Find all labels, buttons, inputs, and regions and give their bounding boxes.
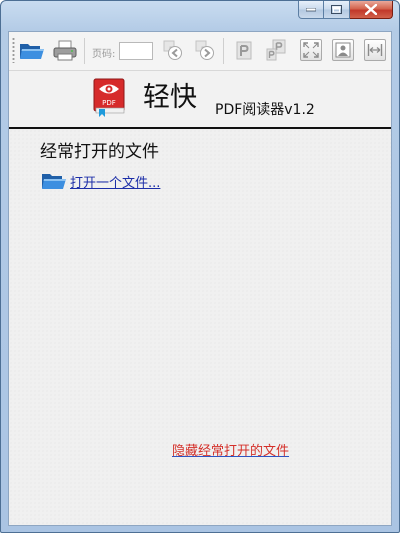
fit-width-button[interactable] — [364, 39, 386, 61]
title-bar[interactable] — [1, 1, 399, 25]
pdf-book-logo-icon: PDF — [93, 78, 125, 117]
app-content: 页码: PDF 轻快 PDF阅读器v1.2 经常打开的文件 打开一个文件... … — [8, 31, 392, 526]
app-header: PDF 轻快 PDF阅读器v1.2 — [9, 71, 391, 129]
hide-recent-files-link[interactable]: 隐藏经常打开的文件 — [172, 440, 289, 459]
fit-width-icon — [367, 44, 383, 56]
fit-page-icon — [335, 42, 351, 58]
app-window: 页码: PDF 轻快 PDF阅读器v1.2 经常打开的文件 打开一个文件... … — [0, 0, 400, 533]
continuous-page-button[interactable] — [262, 37, 290, 63]
single-page-icon — [236, 41, 252, 60]
recent-files-panel: 经常打开的文件 打开一个文件... 隐藏经常打开的文件 — [9, 129, 391, 525]
previous-page-button[interactable] — [159, 37, 187, 63]
folder-open-icon — [20, 44, 44, 59]
toolbar: 页码: — [9, 32, 391, 71]
continuous-page-icon — [266, 39, 286, 61]
maximize-button[interactable] — [324, 1, 350, 19]
fullscreen-button[interactable] — [300, 39, 322, 61]
print-button[interactable] — [51, 37, 79, 63]
next-page-icon — [195, 40, 214, 60]
printer-icon — [53, 40, 77, 61]
fullscreen-icon — [303, 42, 319, 58]
open-file-button[interactable] — [18, 37, 46, 63]
single-page-button[interactable] — [230, 37, 258, 63]
toolbar-separator — [84, 38, 85, 64]
window-controls — [298, 1, 393, 19]
next-page-button[interactable] — [191, 37, 219, 63]
open-file-link[interactable]: 打开一个文件... — [41, 171, 160, 191]
app-subtitle: PDF阅读器v1.2 — [215, 102, 315, 118]
close-button[interactable] — [350, 1, 393, 19]
folder-open-icon — [42, 174, 66, 189]
recent-files-title: 经常打开的文件 — [40, 142, 159, 162]
close-icon — [365, 4, 377, 15]
page-label: 页码: — [92, 49, 116, 60]
toolbar-separator — [223, 38, 224, 64]
logo-label: PDF — [102, 99, 116, 107]
maximize-icon — [331, 5, 342, 14]
minimize-button[interactable] — [298, 1, 324, 19]
toolbar-grip[interactable] — [12, 37, 15, 63]
page-number-input[interactable] — [119, 42, 153, 60]
fit-page-button[interactable] — [332, 39, 354, 61]
minimize-icon — [306, 7, 316, 11]
open-file-label[interactable]: 打开一个文件... — [70, 172, 160, 191]
app-brand-name: 轻快 — [143, 82, 197, 113]
previous-page-icon — [163, 40, 182, 60]
